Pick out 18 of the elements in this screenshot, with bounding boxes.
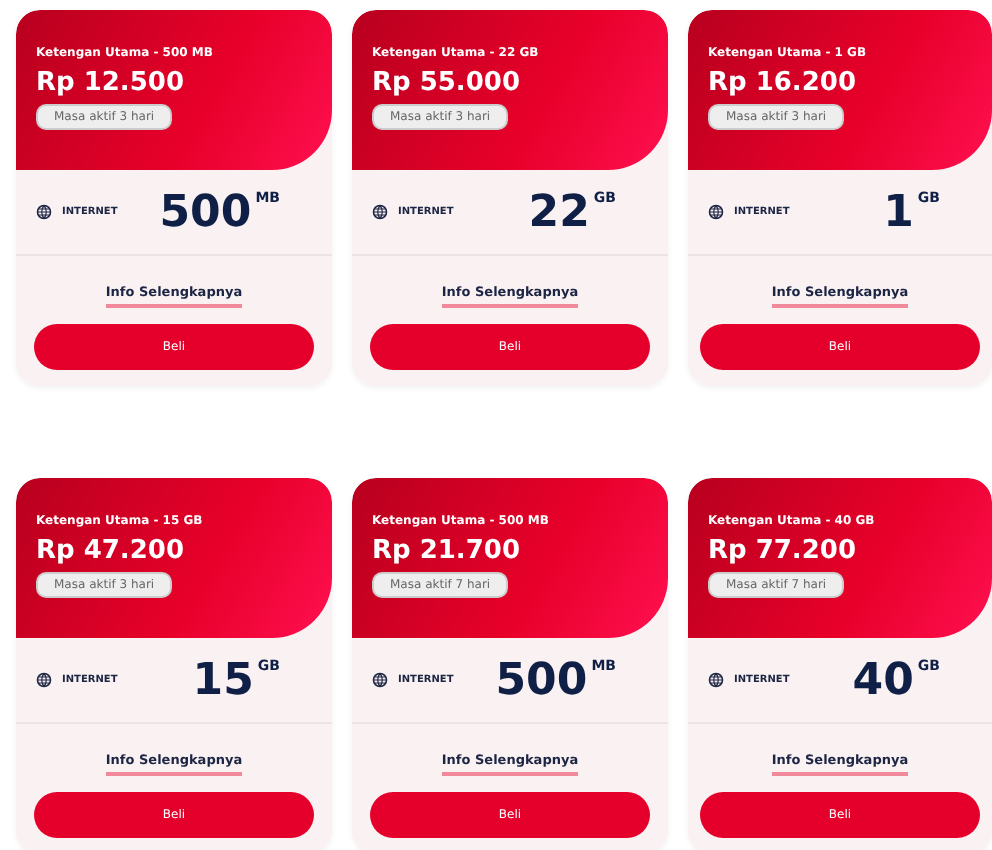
quota-amount: 500 bbox=[159, 187, 252, 237]
package-price: Rp 77.200 bbox=[708, 536, 857, 566]
package-price: Rp 47.200 bbox=[36, 536, 185, 566]
quota-amount: 22 bbox=[528, 187, 590, 237]
globe-icon bbox=[708, 204, 724, 220]
globe-icon bbox=[36, 204, 52, 220]
globe-icon bbox=[372, 204, 388, 220]
globe-icon bbox=[372, 672, 388, 688]
quota-amount: 40 bbox=[852, 655, 914, 705]
package-price: Rp 16.200 bbox=[708, 68, 857, 98]
package-price: Rp 55.000 bbox=[372, 68, 521, 98]
package-price: Rp 21.700 bbox=[372, 536, 521, 566]
globe-icon bbox=[708, 672, 724, 688]
quota-amount: 15 bbox=[192, 655, 254, 705]
quota-amount: 500 bbox=[495, 655, 588, 705]
globe-icon bbox=[36, 672, 52, 688]
quota-amount: 1 bbox=[883, 187, 914, 237]
package-price: Rp 12.500 bbox=[36, 68, 185, 98]
